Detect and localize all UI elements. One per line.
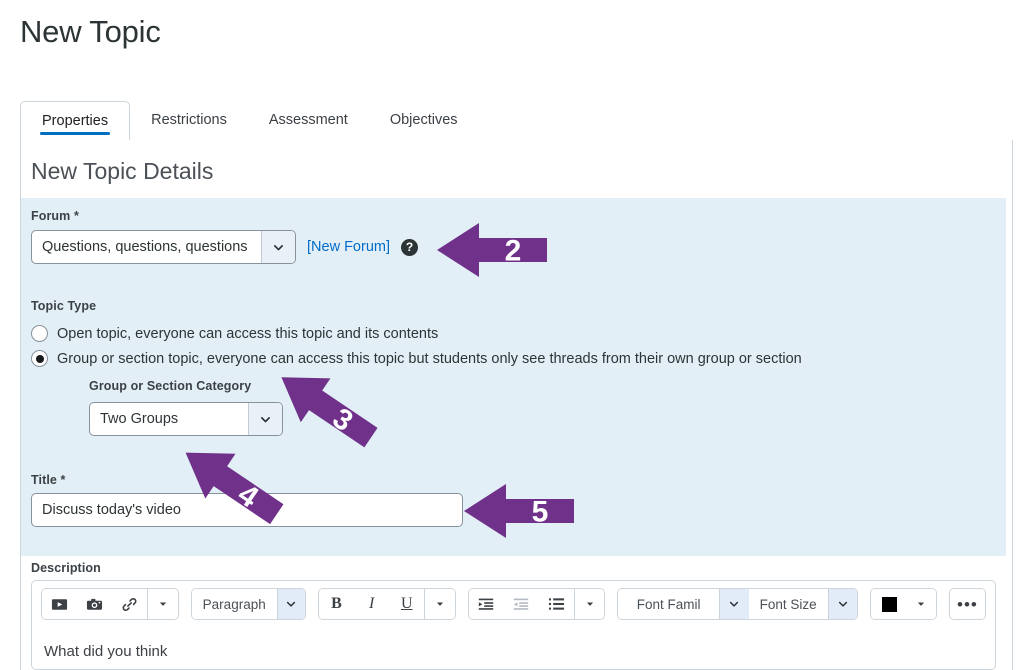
description-label: Description (31, 561, 101, 575)
title-input-value: Discuss today's video (42, 502, 181, 518)
chevron-down-icon (248, 403, 282, 435)
indent-icon[interactable] (469, 589, 504, 619)
italic-button[interactable]: I (354, 589, 389, 619)
video-icon[interactable] (42, 589, 77, 619)
radio-group-topic-dot (31, 350, 48, 367)
font-size-select[interactable]: Font Size (749, 589, 828, 619)
chevron-down-icon[interactable] (424, 589, 454, 619)
chevron-down-icon[interactable] (147, 589, 177, 619)
description-body[interactable]: What did you think (32, 629, 995, 669)
tab-restrictions-label: Restrictions (151, 112, 227, 128)
radio-open-topic-label: Open topic, everyone can access this top… (57, 326, 438, 342)
overflow-group: ••• (949, 588, 986, 620)
style-group: B I U (318, 588, 456, 620)
camera-icon[interactable] (77, 589, 112, 619)
page-title: New Topic (20, 10, 161, 54)
tab-objectives-label: Objectives (390, 112, 458, 128)
color-swatch-square (882, 597, 897, 612)
tab-properties-label: Properties (42, 113, 108, 129)
font-family-select[interactable]: Font Famil (618, 589, 719, 619)
bold-button[interactable]: B (319, 589, 354, 619)
bullet-list-icon[interactable] (539, 589, 574, 619)
tab-active-underline (40, 132, 110, 135)
section-heading: New Topic Details (31, 158, 213, 185)
chevron-down-icon[interactable] (907, 589, 936, 619)
color-group (870, 588, 936, 620)
tab-objectives[interactable]: Objectives (369, 100, 479, 140)
list-group (468, 588, 606, 620)
new-topic-page: New Topic Properties Restrictions Assess… (0, 0, 1023, 670)
text-color-swatch[interactable] (871, 589, 906, 619)
chevron-down-icon[interactable] (277, 589, 305, 619)
title-label: Title * (31, 473, 66, 487)
tab-strip: Properties Restrictions Assessment Objec… (20, 100, 1013, 141)
group-category-value: Two Groups (90, 403, 248, 435)
title-input[interactable]: Discuss today's video (31, 493, 463, 527)
new-forum-link[interactable]: [New Forum] (307, 239, 390, 255)
forum-select-value: Questions, questions, questions (32, 231, 261, 263)
chevron-down-icon (261, 231, 295, 263)
tab-assessment-label: Assessment (269, 112, 348, 128)
group-category-label: Group or Section Category (89, 379, 251, 393)
forum-row: Questions, questions, questions [New For… (31, 230, 418, 264)
format-group: Paragraph (191, 588, 306, 620)
chevron-down-icon[interactable] (828, 589, 858, 619)
topic-type-label: Topic Type (31, 299, 96, 313)
radio-group-topic[interactable]: Group or section topic, everyone can acc… (31, 350, 802, 367)
description-editor: Paragraph B I U (31, 580, 996, 670)
chevron-down-icon[interactable] (719, 589, 749, 619)
radio-group-topic-label: Group or section topic, everyone can acc… (57, 351, 802, 367)
radio-open-topic-dot (31, 325, 48, 342)
tab-assessment[interactable]: Assessment (248, 100, 369, 140)
link-icon[interactable] (112, 589, 147, 619)
chevron-down-icon[interactable] (574, 589, 604, 619)
highlighted-fields-region: Forum * Questions, questions, questions … (21, 198, 1006, 556)
forum-select[interactable]: Questions, questions, questions (31, 230, 296, 264)
insert-group (41, 588, 179, 620)
help-circle-icon[interactable]: ? (401, 239, 418, 256)
editor-toolbar: Paragraph B I U (32, 581, 995, 627)
outdent-icon[interactable] (504, 589, 539, 619)
properties-panel: New Topic Details Forum * Questions, que… (20, 140, 1013, 670)
group-category-select[interactable]: Two Groups (89, 402, 283, 436)
forum-label: Forum * (31, 209, 79, 223)
font-group: Font Famil Font Size (617, 588, 858, 620)
paragraph-style-select[interactable]: Paragraph (192, 589, 277, 619)
tab-restrictions[interactable]: Restrictions (130, 100, 248, 140)
radio-open-topic[interactable]: Open topic, everyone can access this top… (31, 325, 438, 342)
underline-button[interactable]: U (389, 589, 424, 619)
more-options-button[interactable]: ••• (950, 589, 985, 619)
tab-properties[interactable]: Properties (20, 101, 130, 141)
